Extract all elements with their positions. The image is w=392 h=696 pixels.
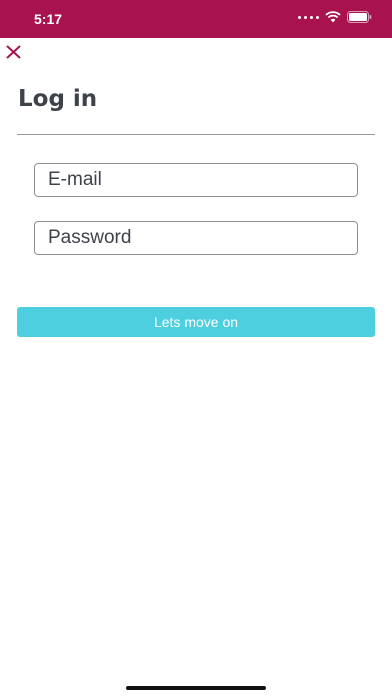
- status-icons: [298, 11, 372, 23]
- home-indicator: [126, 686, 266, 690]
- status-bar: 5:17: [0, 0, 392, 38]
- battery-icon: [347, 11, 372, 23]
- title-divider: [17, 134, 375, 135]
- close-icon: [6, 45, 21, 59]
- status-time: 5:17: [34, 11, 63, 27]
- email-field[interactable]: [34, 163, 358, 197]
- password-field[interactable]: [34, 221, 358, 255]
- signal-dots-icon: [298, 15, 319, 19]
- page-title: Log in: [18, 86, 98, 112]
- wifi-icon: [325, 11, 341, 23]
- submit-button[interactable]: Lets move on: [17, 307, 375, 337]
- close-button[interactable]: [4, 42, 24, 62]
